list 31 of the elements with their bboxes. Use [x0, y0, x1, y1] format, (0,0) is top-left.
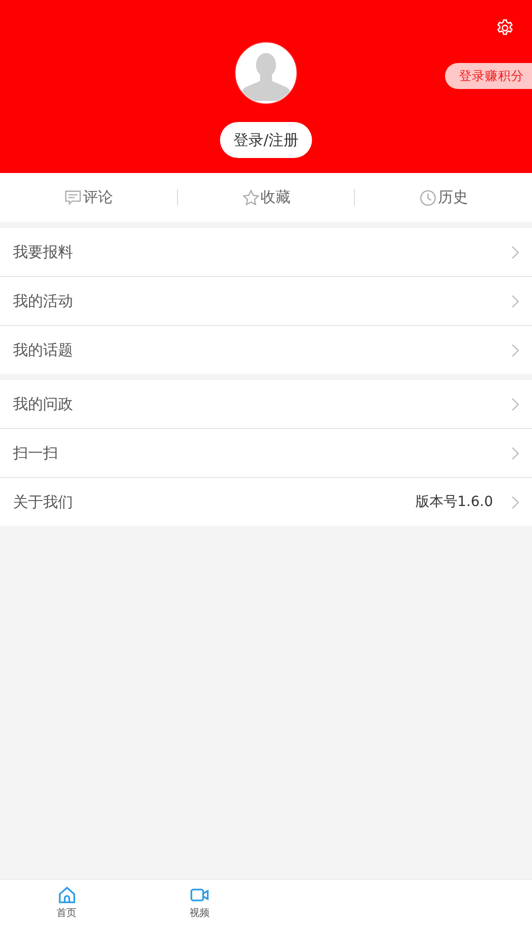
menu-label: 我的问政 — [13, 394, 73, 414]
menu-item[interactable]: 我的话题 — [0, 326, 532, 374]
menu-item[interactable]: 我要报料 — [0, 228, 532, 277]
shortcut-tab[interactable]: 评论 — [0, 182, 177, 212]
login-button[interactable]: 登录/注册 — [220, 122, 312, 158]
chevron-icon — [511, 494, 520, 510]
nav-tab[interactable]: 视频 — [133, 880, 266, 925]
avatar — [234, 41, 298, 105]
menu-label: 我的话题 — [13, 340, 73, 360]
chevron-icon — [511, 446, 520, 460]
menu-item[interactable]: 我的活动 — [0, 277, 532, 326]
home-icon — [56, 885, 76, 905]
clock-icon — [419, 188, 438, 206]
menu-label: 扫一扫 — [13, 444, 58, 462]
chevron-icon — [511, 342, 520, 358]
menu-label: 我要报料 — [13, 242, 73, 262]
chevron-icon — [511, 244, 520, 260]
version-label: 版本号1.6.0 — [415, 493, 493, 511]
chevron-icon — [511, 396, 520, 412]
menu-label: 我的活动 — [13, 292, 73, 310]
star-icon — [242, 188, 260, 206]
menu-item[interactable]: 我的问政 — [0, 380, 532, 429]
menu-label: 关于我们 — [13, 492, 73, 512]
shortcut-tab[interactable]: 收藏 — [178, 182, 354, 212]
comment-icon — [64, 188, 82, 206]
shortcut-tab[interactable]: 历史 — [355, 182, 532, 212]
menu-item[interactable]: 扫一扫 — [0, 429, 532, 478]
menu-item[interactable]: 关于我们 版本号1.6.0 — [0, 478, 532, 526]
chevron-icon — [511, 294, 520, 308]
nav-tab[interactable]: 首页 — [0, 880, 133, 925]
settings-icon[interactable] — [495, 18, 515, 38]
